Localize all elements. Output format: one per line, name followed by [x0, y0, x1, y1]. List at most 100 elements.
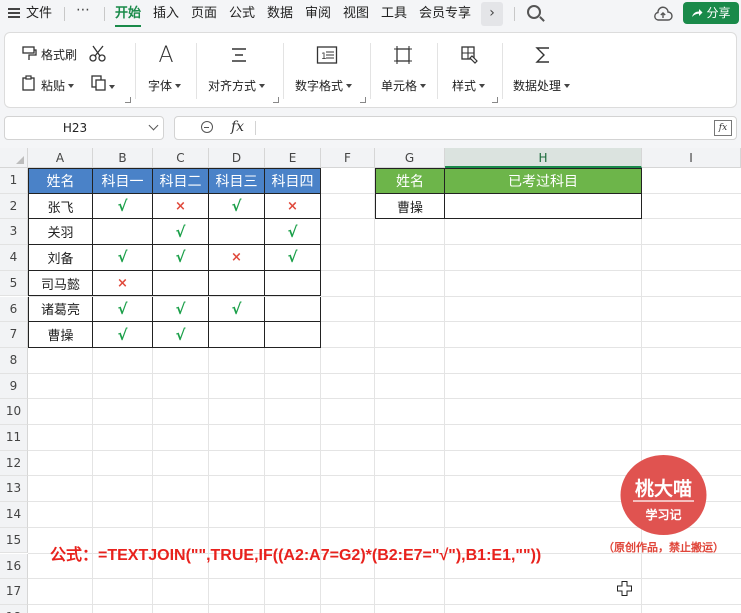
copy-icon[interactable]: [91, 75, 107, 91]
name-box[interactable]: H23: [4, 116, 164, 140]
cell-reference[interactable]: H23: [5, 117, 145, 139]
tab-insert[interactable]: 插入: [153, 4, 179, 24]
table1-header-2[interactable]: 科目二: [153, 168, 209, 194]
table1-name-cell[interactable]: 诸葛亮: [28, 296, 93, 323]
table2-header-name[interactable]: 姓名: [375, 168, 445, 194]
column-header-c[interactable]: C: [153, 148, 209, 168]
empty-cell[interactable]: [265, 270, 321, 297]
column-header-e[interactable]: E: [265, 148, 321, 168]
column-header-g[interactable]: G: [375, 148, 445, 168]
empty-cell[interactable]: [153, 270, 209, 297]
column-header-i[interactable]: I: [642, 148, 741, 168]
empty-cell[interactable]: [265, 296, 321, 323]
tab-member[interactable]: 会员专享: [419, 4, 471, 24]
column-header-d[interactable]: D: [209, 148, 265, 168]
tab-review[interactable]: 审阅: [305, 4, 331, 24]
share-button[interactable]: 分享: [683, 2, 739, 24]
table1-header-3[interactable]: 科目三: [209, 168, 265, 194]
fx-icon[interactable]: fx: [231, 119, 244, 135]
tab-page[interactable]: 页面: [191, 4, 217, 24]
tab-tools[interactable]: 工具: [381, 4, 407, 24]
table2-name-value[interactable]: 曹操: [375, 193, 445, 220]
row-header-1[interactable]: 1: [0, 168, 28, 194]
row-header-7[interactable]: 7: [0, 322, 28, 348]
menu-icon[interactable]: [8, 8, 20, 18]
column-header-h[interactable]: H: [445, 148, 642, 168]
cross-mark-cell[interactable]: ×: [209, 245, 265, 271]
formula-input[interactable]: fx fx: [174, 116, 737, 140]
check-mark-cell[interactable]: √: [153, 322, 209, 348]
insert-function-icon[interactable]: fx: [714, 120, 732, 136]
check-mark-cell[interactable]: √: [153, 245, 209, 271]
row-header-15[interactable]: 15: [0, 527, 28, 554]
row-header-10[interactable]: 10: [0, 399, 28, 425]
table1-name-cell[interactable]: 关羽: [28, 219, 93, 246]
check-mark-cell[interactable]: √: [93, 193, 153, 220]
check-mark-cell[interactable]: √: [153, 219, 209, 246]
data-processing-group[interactable]: 数据处理: [503, 33, 587, 107]
cloud-sync-icon[interactable]: [653, 6, 673, 22]
empty-cell[interactable]: [209, 219, 265, 246]
table1-header-1[interactable]: 科目一: [93, 168, 153, 194]
column-header-a[interactable]: A: [28, 148, 93, 168]
row-header-14[interactable]: 14: [0, 502, 28, 528]
table1-header-0[interactable]: 姓名: [28, 168, 93, 194]
empty-cell[interactable]: [93, 219, 153, 246]
chevron-right-icon[interactable]: ›: [481, 2, 503, 26]
table1-name-cell[interactable]: 司马懿: [28, 270, 93, 297]
column-header-f[interactable]: F: [321, 148, 375, 168]
row-header-11[interactable]: 11: [0, 425, 28, 451]
row-header-16[interactable]: 16: [0, 553, 28, 580]
column-header-b[interactable]: B: [93, 148, 153, 168]
row-header-12[interactable]: 12: [0, 450, 28, 477]
cell-group[interactable]: 单元格: [371, 33, 437, 107]
number-format-group[interactable]: 1 数字格式: [284, 33, 370, 107]
cut-icon[interactable]: [89, 45, 107, 62]
table1-name-cell[interactable]: 曹操: [28, 322, 93, 348]
check-mark-cell[interactable]: √: [265, 219, 321, 246]
cross-mark-cell[interactable]: ×: [265, 193, 321, 220]
font-group[interactable]: A 字体: [136, 33, 196, 107]
table2-header-subjects[interactable]: 已考过科目: [445, 168, 642, 194]
paste-button[interactable]: 粘贴: [41, 77, 75, 94]
cross-mark-cell[interactable]: ×: [93, 270, 153, 297]
style-group[interactable]: 样式: [438, 33, 502, 107]
cross-mark-cell[interactable]: ×: [153, 193, 209, 220]
format-painter-button[interactable]: 格式刷: [41, 46, 77, 63]
check-mark-cell[interactable]: √: [93, 245, 153, 271]
empty-cell[interactable]: [265, 322, 321, 348]
check-mark-cell[interactable]: √: [153, 296, 209, 323]
alignment-group[interactable]: 对齐方式: [197, 33, 283, 107]
tab-formula[interactable]: 公式: [229, 4, 255, 24]
table2-result-value[interactable]: [445, 193, 642, 220]
check-mark-cell[interactable]: √: [93, 322, 153, 348]
row-header-17[interactable]: 17: [0, 579, 28, 605]
row-header-13[interactable]: 13: [0, 476, 28, 503]
tab-view[interactable]: 视图: [343, 4, 369, 24]
table1-name-cell[interactable]: 刘备: [28, 245, 93, 271]
file-menu[interactable]: 文件: [26, 4, 52, 24]
check-mark-cell[interactable]: √: [93, 296, 153, 323]
zoom-icon[interactable]: [201, 121, 213, 133]
tab-home[interactable]: 开始: [115, 4, 141, 24]
row-header-5[interactable]: 5: [0, 270, 28, 297]
row-header-9[interactable]: 9: [0, 373, 28, 400]
select-all-corner[interactable]: [0, 148, 28, 168]
row-header-8[interactable]: 8: [0, 347, 28, 374]
table1-header-4[interactable]: 科目四: [265, 168, 321, 194]
check-mark-cell[interactable]: √: [265, 245, 321, 271]
check-mark-cell[interactable]: √: [209, 193, 265, 220]
row-header-18[interactable]: 18: [0, 604, 28, 613]
row-header-2[interactable]: 2: [0, 193, 28, 220]
more-menu-icon[interactable]: ⋯: [76, 2, 91, 18]
row-header-4[interactable]: 4: [0, 245, 28, 271]
row-header-3[interactable]: 3: [0, 219, 28, 246]
empty-cell[interactable]: [209, 322, 265, 348]
table1-name-cell[interactable]: 张飞: [28, 193, 93, 220]
chevron-down-icon[interactable]: [148, 120, 159, 131]
tab-data[interactable]: 数据: [267, 4, 293, 24]
row-header-6[interactable]: 6: [0, 296, 28, 323]
empty-cell[interactable]: [209, 270, 265, 297]
search-icon[interactable]: [527, 5, 541, 19]
check-mark-cell[interactable]: √: [209, 296, 265, 323]
